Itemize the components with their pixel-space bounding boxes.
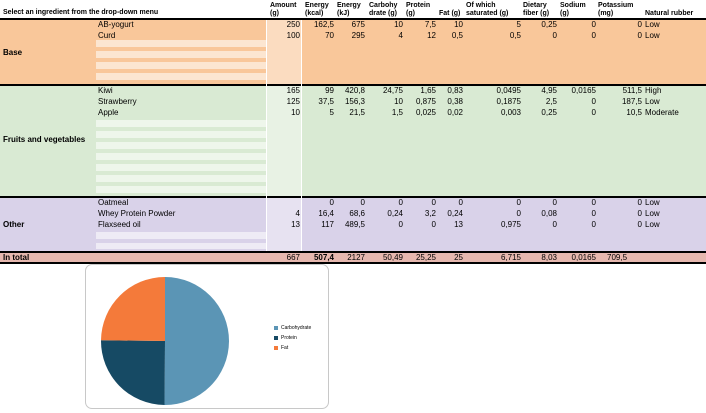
cell-fat: 0,38 bbox=[447, 97, 463, 106]
cell-fat: 0,24 bbox=[447, 209, 463, 218]
ingredient-dropdown[interactable]: Oatmeal bbox=[98, 198, 263, 208]
cell-fat: 0,83 bbox=[447, 86, 463, 95]
cell-fiber: 0 bbox=[552, 220, 557, 229]
header-carbohydrate: Carbohy drate (g) bbox=[369, 2, 398, 17]
cell-fiber: 4,95 bbox=[541, 86, 557, 95]
cell-natural-rubber: Low bbox=[645, 31, 660, 40]
header-energy-kcal: Energy (kcal) bbox=[305, 2, 329, 17]
cell-saturated: 5 bbox=[516, 20, 521, 29]
total-sodium: 0,0165 bbox=[571, 253, 596, 262]
legend-label: Protein bbox=[281, 335, 297, 341]
cell-saturated: 0,5 bbox=[509, 31, 521, 40]
legend-label: Fat bbox=[281, 345, 289, 351]
chart-panel: Carbohydrate Protein Fat bbox=[85, 264, 329, 409]
cell-fiber: 0 bbox=[552, 31, 557, 40]
cell-saturated: 0,1875 bbox=[496, 97, 521, 106]
cell-natural-rubber: Low bbox=[645, 97, 660, 106]
cell-fat: 0,5 bbox=[451, 31, 463, 40]
total-fiber: 8,03 bbox=[541, 253, 557, 262]
pie-slice-fat bbox=[101, 277, 165, 341]
header-protein: Protein (g) bbox=[406, 2, 431, 17]
header-potassium: Potassium (mg) bbox=[598, 2, 634, 17]
cell-natural-rubber: Low bbox=[645, 198, 660, 207]
header-fiber: Dietary fiber (g) bbox=[523, 2, 550, 17]
cell-potassium: 187,5 bbox=[621, 97, 642, 106]
cell-sodium: 0 bbox=[591, 20, 596, 29]
cell-energy-kj: 0 bbox=[360, 198, 365, 207]
ingredient-dropdown[interactable]: Flaxseed oil bbox=[98, 220, 263, 230]
section-label: Other bbox=[3, 220, 25, 229]
cell-potassium: 0 bbox=[637, 198, 642, 207]
cell-fat: 0,02 bbox=[447, 108, 463, 117]
legend-swatch bbox=[274, 325, 278, 330]
header-amount: Amount (g) bbox=[270, 2, 297, 17]
cell-potassium: 10,5 bbox=[626, 108, 642, 117]
cell-sodium: 0 bbox=[591, 209, 596, 218]
total-fat: 25 bbox=[454, 253, 463, 262]
cell-sodium: 0 bbox=[591, 108, 596, 117]
section-label: Fruits and vegetables bbox=[3, 135, 86, 144]
cell-saturated: 0,0495 bbox=[496, 86, 521, 95]
total-label: In total bbox=[3, 253, 30, 262]
section-label: Base bbox=[3, 48, 23, 57]
legend-item: Protein bbox=[274, 335, 297, 341]
cell-energy-kj: 675 bbox=[351, 20, 365, 29]
cell-natural-rubber: Low bbox=[645, 209, 660, 218]
ingredient-dropdown[interactable]: Apple bbox=[98, 108, 263, 118]
cell-natural-rubber: Moderate bbox=[645, 108, 679, 117]
total-saturated: 6,715 bbox=[500, 253, 521, 262]
legend-swatch bbox=[274, 345, 278, 350]
cell-sodium: 0 bbox=[591, 198, 596, 207]
legend-item: Fat bbox=[274, 345, 288, 351]
cell-energy-kj: 420,8 bbox=[344, 86, 365, 95]
cell-fat: 0 bbox=[458, 198, 463, 207]
cell-potassium: 0 bbox=[637, 220, 642, 229]
cell-fiber: 0 bbox=[552, 198, 557, 207]
cell-sodium: 0 bbox=[591, 97, 596, 106]
cell-natural-rubber: Low bbox=[645, 220, 660, 229]
legend-label: Carbohydrate bbox=[281, 325, 312, 331]
cell-energy-kj: 68,6 bbox=[349, 209, 365, 218]
cell-fat: 13 bbox=[454, 220, 463, 229]
ingredient-dropdown[interactable]: Curd bbox=[98, 31, 263, 41]
cell-potassium: 511,5 bbox=[622, 86, 642, 95]
ingredient-dropdown[interactable]: AB-yogurt bbox=[98, 20, 263, 30]
instruction-label: Select an ingredient from the drop-down … bbox=[3, 9, 159, 16]
cell-potassium: 0 bbox=[637, 20, 642, 29]
total-potassium: 709,5 bbox=[607, 253, 628, 262]
cell-potassium: 0 bbox=[637, 209, 642, 218]
cell-energy-kj: 156,3 bbox=[344, 97, 365, 106]
cell-saturated: 0,003 bbox=[500, 108, 521, 117]
cell-natural-rubber: High bbox=[645, 86, 662, 95]
header-saturated: Of which saturated (g) bbox=[466, 2, 509, 17]
cell-fat: 10 bbox=[454, 20, 463, 29]
cell-fiber: 0,25 bbox=[541, 108, 557, 117]
legend-swatch bbox=[274, 335, 278, 340]
header-sodium: Sodium (g) bbox=[560, 2, 586, 17]
header-fat: Fat (g) bbox=[439, 10, 461, 17]
ingredient-dropdown[interactable]: Strawberry bbox=[98, 97, 263, 107]
cell-energy-kj: 295 bbox=[351, 31, 365, 40]
header-natural-rubber: Natural rubber bbox=[645, 10, 694, 17]
cell-sodium: 0 bbox=[591, 31, 596, 40]
cell-saturated: 0 bbox=[516, 198, 521, 207]
cell-energy-kj: 489,5 bbox=[344, 220, 365, 229]
header-energy-kj: Energy (kJ) bbox=[337, 2, 361, 17]
pie-slice-carbohydrate bbox=[164, 277, 229, 405]
pie-slice-protein bbox=[101, 340, 165, 405]
cell-fiber: 0,08 bbox=[541, 209, 557, 218]
ingredient-dropdown[interactable]: Whey Protein Powder bbox=[98, 209, 263, 219]
cell-fiber: 0,25 bbox=[541, 20, 557, 29]
cell-saturated: 0 bbox=[516, 209, 521, 218]
cell-sodium: 0 bbox=[591, 220, 596, 229]
cell-saturated: 0,975 bbox=[500, 220, 521, 229]
legend-item: Carbohydrate bbox=[274, 325, 311, 331]
cell-energy-kj: 21,5 bbox=[349, 108, 365, 117]
cell-potassium: 0 bbox=[637, 31, 642, 40]
cell-sodium: 0,0165 bbox=[571, 86, 596, 95]
total-energy-kj: 2127 bbox=[347, 253, 365, 262]
cell-natural-rubber: Low bbox=[645, 20, 660, 29]
ingredient-dropdown[interactable]: Kiwi bbox=[98, 86, 263, 96]
cell-fiber: 2,5 bbox=[545, 97, 557, 106]
